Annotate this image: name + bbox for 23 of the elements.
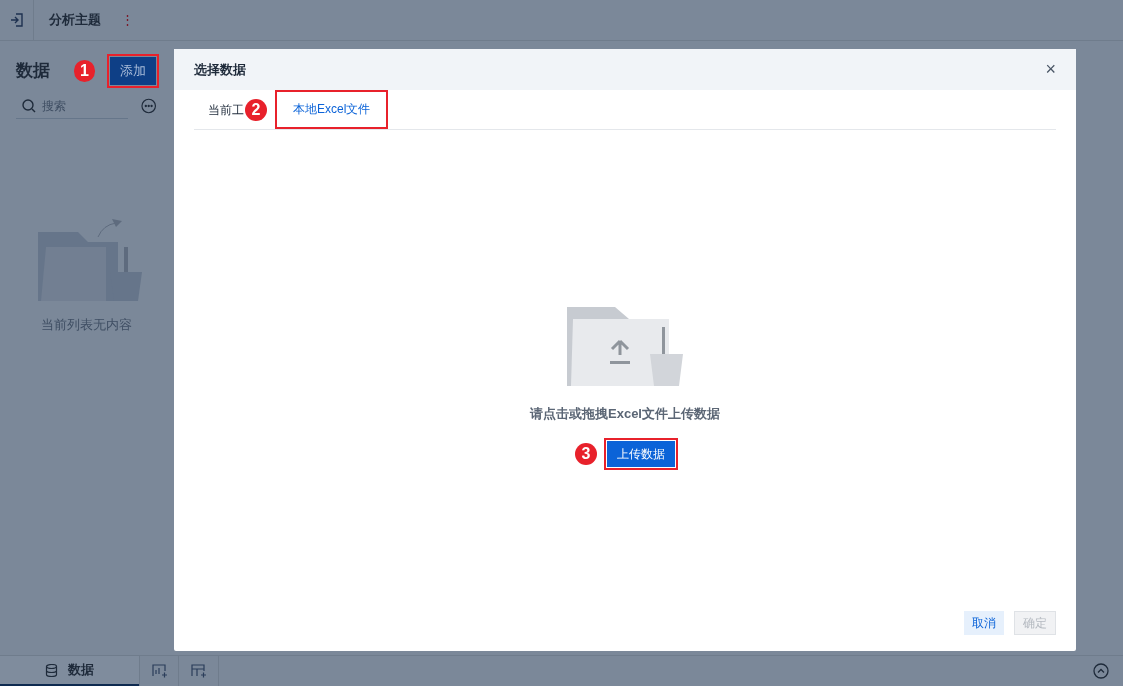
upload-button[interactable]: 上传数据 (607, 440, 675, 467)
cancel-button[interactable]: 取消 (964, 611, 1004, 635)
more-options-icon[interactable] (140, 98, 156, 114)
upload-hint: 请点击或拖拽Excel文件上传数据 (530, 405, 720, 423)
dialog-title: 选择数据 (194, 60, 246, 79)
sidebar-title: 数据 (16, 60, 50, 83)
add-dashboard-icon[interactable] (191, 664, 206, 678)
database-icon (45, 663, 58, 677)
add-chart-icon[interactable] (151, 664, 167, 678)
close-button[interactable]: × (1045, 56, 1056, 83)
tab[interactable]: 本地Excel文件 (275, 90, 389, 129)
step-marker: 2 (245, 98, 267, 121)
topic-title: 分析主题 (49, 11, 101, 30)
bottom-tab[interactable]: 数据 (0, 656, 139, 686)
tab[interactable]: 当前工 (194, 90, 245, 129)
search-icon (22, 98, 36, 113)
collapse-icon[interactable] (1093, 663, 1109, 679)
more-button[interactable]: ⋮ (121, 10, 134, 30)
step-marker: 3 (575, 442, 597, 465)
search-field[interactable]: 搜索 (42, 96, 122, 115)
exit-icon[interactable] (10, 13, 24, 27)
step-marker: 1 (74, 60, 95, 82)
add-button[interactable]: 添加 (110, 57, 156, 85)
